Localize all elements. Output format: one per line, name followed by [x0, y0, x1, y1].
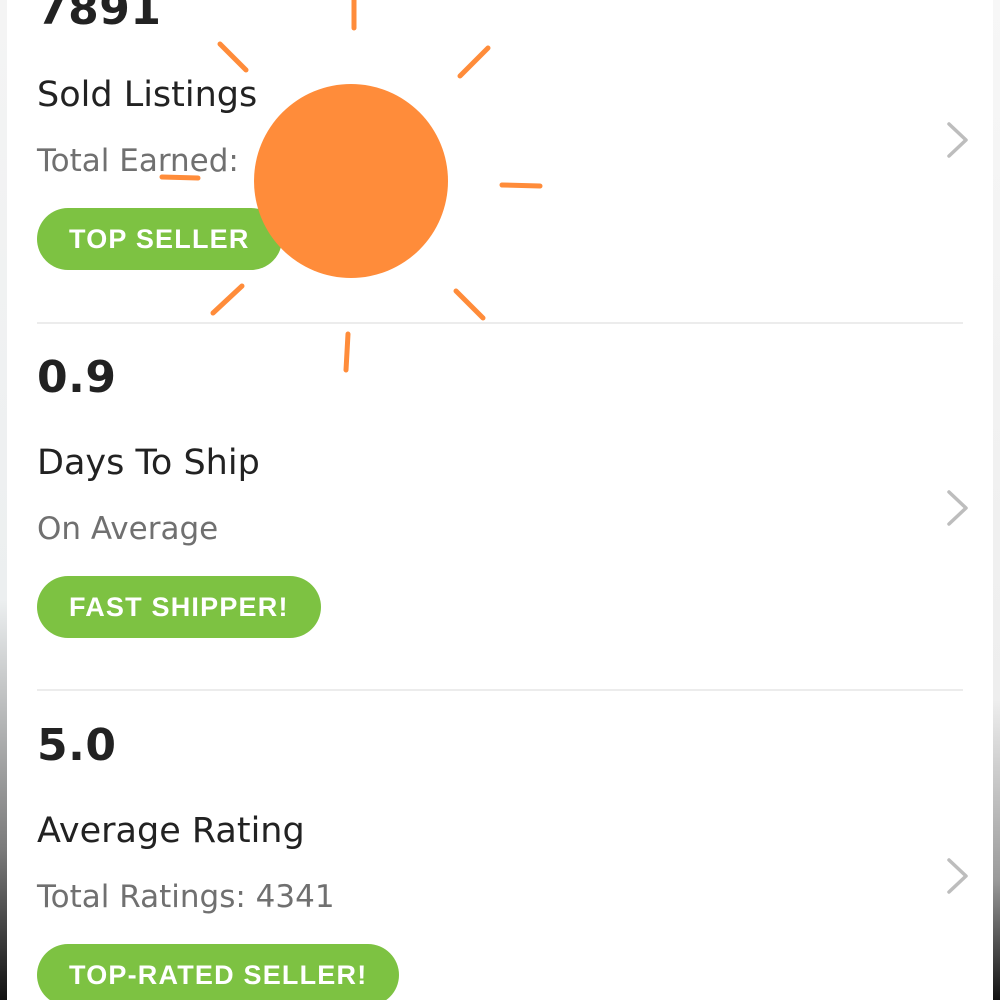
stat-value: 7891: [37, 0, 162, 35]
divider: [37, 689, 963, 691]
sun-disc: [254, 84, 448, 278]
stat-title: Days To Ship: [37, 443, 260, 483]
stat-value: 0.9: [37, 352, 117, 403]
stat-value: 5.0: [37, 720, 117, 771]
stat-title: Average Rating: [37, 811, 305, 851]
stat-row-average-rating[interactable]: 5.0 Average Rating Total Ratings: 4341 T…: [37, 716, 968, 1000]
chevron-right-icon[interactable]: [945, 120, 971, 160]
stat-row-days-to-ship[interactable]: 0.9 Days To Ship On Average FAST SHIPPER…: [37, 348, 968, 648]
sun-icon: [159, 0, 543, 373]
top-rated-seller-badge: TOP-RATED SELLER!: [37, 944, 400, 1000]
chevron-right-icon[interactable]: [945, 488, 971, 528]
chevron-right-icon[interactable]: [945, 856, 971, 896]
stat-subtitle: On Average: [37, 511, 219, 547]
stat-subtitle: Total Ratings: 4341: [37, 879, 335, 915]
fast-shipper-badge: FAST SHIPPER!: [37, 576, 321, 638]
